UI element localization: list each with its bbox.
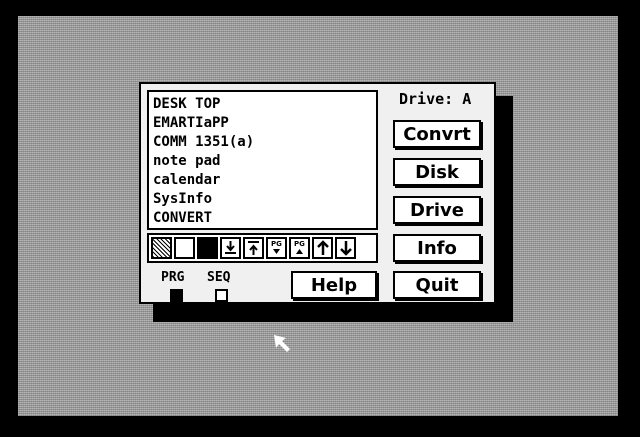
page-down-label: PG [271, 240, 282, 248]
file-item[interactable]: calendar [153, 171, 220, 190]
seq-type-checkbox[interactable] [215, 289, 228, 302]
arrow-up-icon[interactable] [312, 237, 333, 259]
prg-type-label: PRG [161, 270, 185, 285]
move-up-line-icon[interactable] [243, 237, 264, 259]
file-list[interactable]: DESK TOP EMARTIaPP COMM 1351(a) note pad… [147, 90, 378, 230]
filled-box-icon[interactable] [197, 237, 218, 259]
page-up-label: PG [294, 240, 305, 248]
page-down-icon[interactable]: PG [266, 237, 287, 259]
file-item[interactable]: DESK TOP [153, 95, 220, 114]
file-list-toolbar: PG PG [147, 233, 378, 263]
file-item[interactable]: SysInfo [153, 190, 212, 209]
file-item[interactable]: note pad [153, 152, 220, 171]
convert-button[interactable]: Convrt [393, 120, 481, 148]
quit-button[interactable]: Quit [393, 271, 481, 299]
arrow-down-icon[interactable] [335, 237, 356, 259]
drive-button[interactable]: Drive [393, 196, 481, 224]
prg-type-checkbox[interactable] [170, 289, 183, 302]
seq-type-label: SEQ [207, 270, 231, 285]
file-selector-dialog: DESK TOP EMARTIaPP COMM 1351(a) note pad… [139, 82, 496, 304]
info-button[interactable]: Info [393, 234, 481, 262]
page-up-icon[interactable]: PG [289, 237, 310, 259]
disk-button[interactable]: Disk [393, 158, 481, 186]
file-item[interactable]: COMM 1351(a) [153, 133, 254, 152]
mouse-pointer-icon [274, 335, 290, 352]
pattern-icon[interactable] [151, 237, 172, 259]
file-item[interactable]: CONVERT [153, 209, 212, 228]
help-button[interactable]: Help [291, 271, 377, 299]
current-drive-label: Drive: A [399, 90, 472, 108]
move-down-line-icon[interactable] [220, 237, 241, 259]
file-item[interactable]: EMARTIaPP [153, 114, 229, 133]
empty-box-icon[interactable] [174, 237, 195, 259]
